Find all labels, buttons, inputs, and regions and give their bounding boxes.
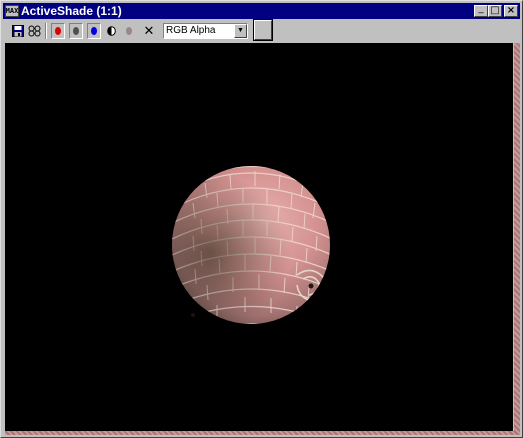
save-image-icon: [12, 25, 24, 37]
red-channel-icon: [55, 27, 61, 35]
close-icon: ×: [506, 5, 516, 16]
alpha-channel-button[interactable]: [104, 23, 118, 39]
clone-image-button[interactable]: [27, 23, 41, 39]
green-channel-button[interactable]: [69, 23, 83, 39]
clear-icon: ✕: [143, 23, 155, 39]
minimize-icon: _: [478, 3, 484, 14]
minimize-button[interactable]: _: [474, 3, 488, 17]
title-buttons: _ □ ×: [474, 3, 518, 17]
dropdown-arrow-button[interactable]: ▼: [234, 24, 247, 38]
color-swatch[interactable]: [253, 19, 273, 41]
window-frame-right: [514, 43, 520, 435]
chevron-down-icon: ▼: [237, 27, 244, 34]
clone-image-icon: [28, 25, 40, 37]
monochrome-button[interactable]: [122, 23, 136, 39]
blue-channel-button[interactable]: [87, 23, 101, 39]
red-channel-button[interactable]: [51, 23, 65, 39]
channel-display-value: RGB Alpha: [166, 25, 216, 36]
monochrome-icon: [126, 27, 132, 35]
window-frame-bottom: [5, 431, 520, 435]
render-viewport[interactable]: [5, 43, 513, 431]
toolbar-separator: [45, 23, 47, 39]
channel-display-dropdown[interactable]: RGB Alpha ▼: [163, 23, 248, 39]
clear-button[interactable]: ✕: [142, 23, 156, 39]
close-button[interactable]: ×: [504, 5, 518, 17]
alpha-channel-icon: [106, 26, 116, 36]
maximize-button[interactable]: □: [488, 5, 502, 17]
toolbar: ✕ RGB Alpha ▼: [3, 19, 520, 42]
green-channel-icon: [73, 27, 79, 35]
window-title: ActiveShade (1:1): [21, 4, 122, 18]
save-image-button[interactable]: [11, 23, 25, 39]
app-icon[interactable]: MAX: [5, 5, 19, 17]
blue-channel-icon: [91, 27, 97, 35]
activeshade-window: MAX ActiveShade (1:1) _ □ × ✕ RGB Alpha …: [0, 0, 523, 438]
sphere-render: [172, 166, 330, 324]
maximize-icon: □: [490, 5, 500, 16]
title-bar[interactable]: MAX ActiveShade (1:1) _ □ ×: [3, 3, 520, 19]
